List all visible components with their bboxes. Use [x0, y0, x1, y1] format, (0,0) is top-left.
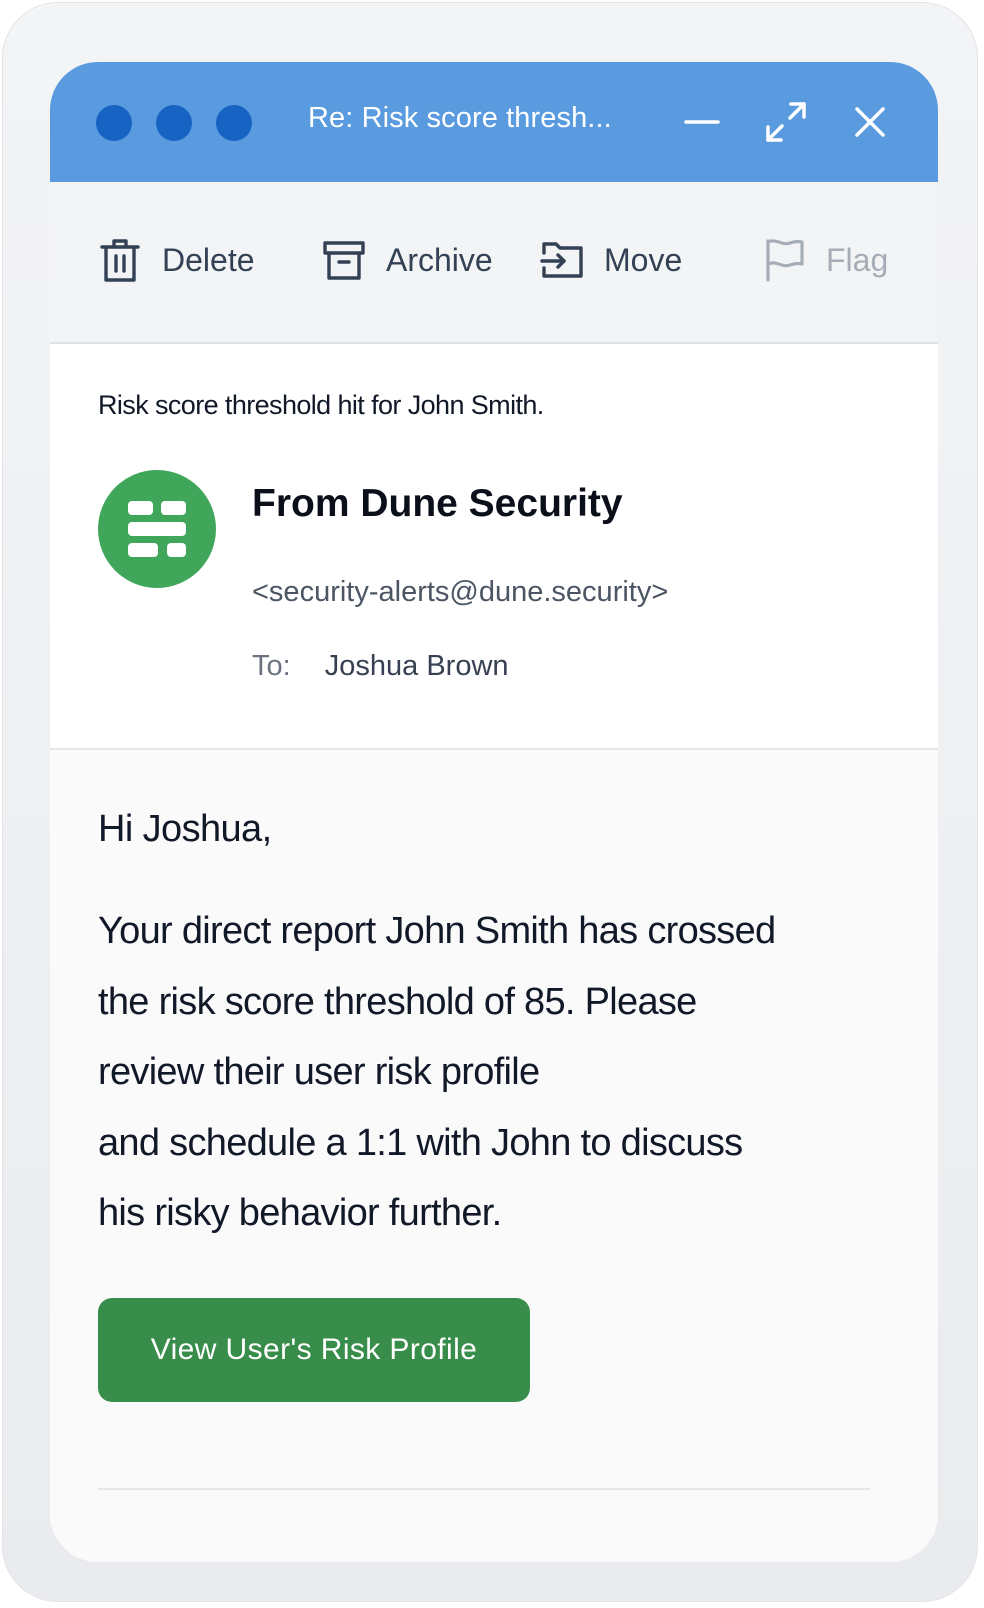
greeting: Hi Joshua, [98, 808, 272, 850]
recipient-name: Joshua Brown [324, 650, 509, 682]
title-bar: Re: Risk score thresh... [50, 62, 938, 182]
move-label: Move [604, 241, 683, 278]
minimize-icon [684, 120, 720, 124]
move-icon [540, 242, 583, 278]
to-label: To: [252, 650, 291, 682]
footer-divider [98, 1488, 870, 1490]
email-body: Hi Joshua, Your direct report John Smith… [50, 750, 938, 1562]
window-dot-3[interactable] [216, 105, 252, 141]
recipient-row: To: Joshua Brown [252, 650, 509, 683]
view-risk-profile-button[interactable]: View User's Risk Profile [98, 1298, 530, 1402]
dune-logo-icon [128, 501, 186, 557]
move-button[interactable]: Move [540, 232, 682, 288]
archive-button[interactable]: Archive [322, 232, 493, 288]
sender-email: <security-alerts@dune.security> [252, 576, 669, 608]
sender-name: From Dune Security [252, 482, 623, 525]
delete-label: Delete [162, 241, 255, 278]
window-dot-1[interactable] [96, 105, 132, 141]
maximize-icon [766, 102, 806, 142]
flag-button[interactable]: Flag [762, 232, 888, 288]
email-subject: Risk score threshold hit for John Smith. [98, 390, 544, 420]
close-icon [855, 107, 885, 137]
close-button[interactable] [846, 98, 894, 146]
email-window: Re: Risk score thresh... Delete Archive … [50, 62, 938, 1562]
action-toolbar: Delete Archive Move Flag [50, 182, 938, 344]
message-text: Your direct report John Smith has crosse… [98, 896, 898, 1249]
sender-avatar [98, 470, 216, 588]
device-frame: Re: Risk score thresh... Delete Archive … [2, 2, 978, 1602]
window-title: Re: Risk score thresh... [308, 102, 612, 134]
trash-icon [100, 239, 140, 282]
flag-label: Flag [826, 241, 889, 278]
message-line: Your direct report John Smith has crosse… [98, 910, 776, 952]
window-dot-2[interactable] [156, 105, 192, 141]
maximize-button[interactable] [762, 98, 810, 146]
message-line: his risky behavior further. [98, 1192, 502, 1234]
flag-icon [766, 239, 804, 282]
message-line: and schedule a 1:1 with John to discuss [98, 1121, 743, 1164]
message-line: the risk score threshold of 85. Please [98, 980, 697, 1023]
email-header: Risk score threshold hit for John Smith.… [50, 344, 938, 750]
delete-button[interactable]: Delete [98, 232, 255, 288]
minimize-button[interactable] [678, 98, 726, 146]
archive-label: Archive [386, 241, 493, 278]
archive-icon [323, 241, 365, 280]
message-line: review their user risk profile [98, 1051, 540, 1093]
